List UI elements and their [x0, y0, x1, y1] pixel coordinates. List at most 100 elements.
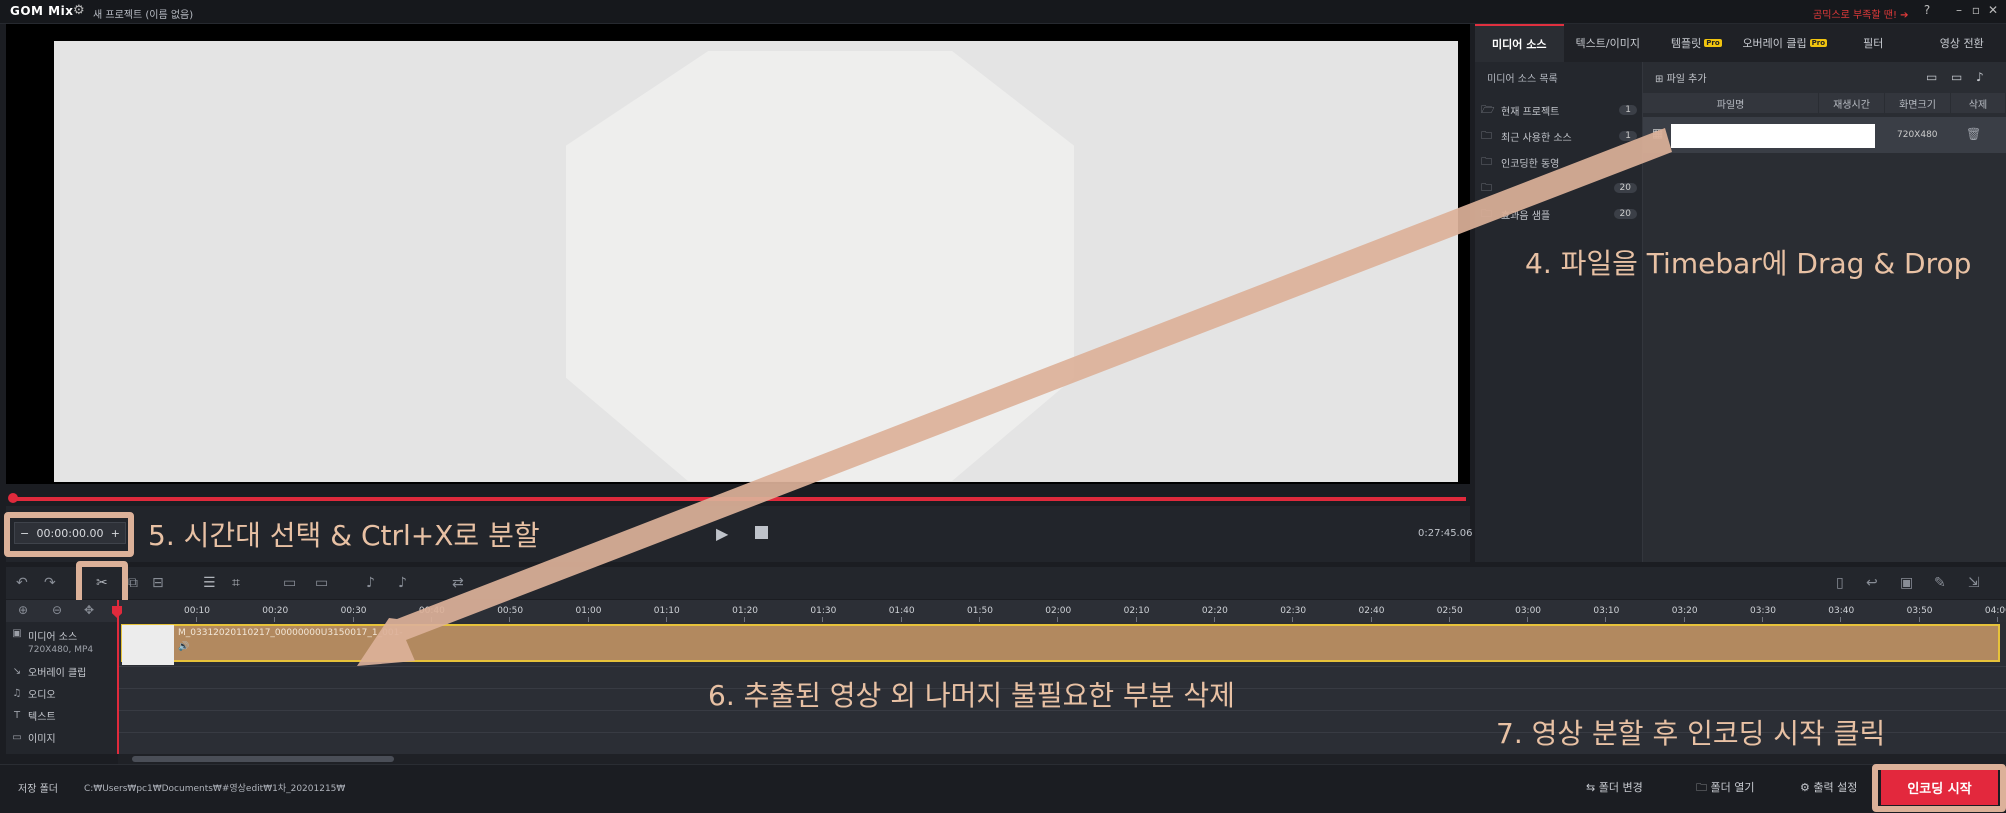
tab-transition[interactable]: 영상 전환 — [1918, 24, 2006, 62]
media-clip[interactable] — [121, 624, 2000, 662]
ruler-tick-label: 01:20 — [732, 606, 759, 616]
track-label: 이미지 — [28, 733, 56, 745]
split-delete-icon[interactable]: ⊟ — [152, 575, 164, 591]
minimize-button[interactable]: – — [1951, 3, 1967, 17]
track-media[interactable]: ▣ 미디어 소스 720X480, MP4 — [6, 622, 118, 660]
image-filter-icon[interactable]: ▭ — [1951, 70, 1962, 84]
playhead[interactable] — [117, 600, 119, 754]
gear-icon[interactable]: ⚙ — [73, 3, 85, 18]
ruler-tick-label: 01:00 — [575, 606, 602, 616]
timeline-scrollbar[interactable] — [118, 754, 2006, 764]
image-next-icon[interactable]: ▭ — [315, 575, 328, 591]
count-badge: 20 — [1613, 183, 1637, 193]
panel-tabs: 미디어 소스 텍스트/이미지 템플릿 Pro 오버레이 클립 Pro 필터 영상 전… — [1475, 24, 2006, 62]
track-image[interactable]: ▭ 이미지 — [6, 726, 118, 748]
seek-knob[interactable] — [8, 493, 18, 503]
promo-link[interactable]: 곰믹스로 부족할 땐! ➔ — [1813, 6, 1909, 21]
source-item-label: 현재 프로젝트 — [1501, 106, 1560, 118]
source-item-sample[interactable]: 🗀 20 — [1481, 178, 1637, 198]
fit-icon[interactable]: ✥ — [84, 603, 94, 617]
change-folder-icon: ⇆ — [1586, 781, 1599, 794]
track-text[interactable]: T 텍스트 — [6, 704, 118, 726]
music-note-icon: ♫ — [12, 687, 22, 699]
ruler-tick-label: 02:30 — [1280, 606, 1307, 616]
crop-icon[interactable]: ⌗ — [232, 575, 240, 591]
zoom-in-icon[interactable]: ⊕ — [18, 603, 28, 617]
ruler-tick-label: 03:10 — [1593, 606, 1620, 616]
save-icon[interactable]: ▣ — [1900, 575, 1913, 591]
col-duration: 재생시간 — [1819, 93, 1885, 113]
ruler-tick-label: 03:50 — [1906, 606, 1933, 616]
output-settings-label: 출력 설정 — [1813, 781, 1858, 794]
overlay-track-icon: ↘ — [12, 665, 22, 677]
title-bar — [0, 0, 2006, 24]
open-folder-label: 폴더 열기 — [1710, 781, 1755, 794]
annotation-step-7: 7. 영상 분할 후 인코딩 시작 클릭 — [1496, 717, 1886, 750]
play-icon[interactable]: ▶ — [716, 524, 728, 543]
seek-bar[interactable] — [12, 497, 1466, 501]
source-list-header: 미디어 소스 목록 — [1487, 74, 1558, 85]
tab-media-source[interactable]: 미디어 소스 — [1475, 24, 1564, 62]
folder-icon: 🗀 — [1481, 180, 1492, 194]
mute-icon[interactable]: ♪ — [398, 575, 407, 591]
split-copy-icon[interactable]: ⧉ — [128, 575, 138, 591]
adjust-icon[interactable]: ☰ — [203, 575, 216, 591]
ruler-tick-label: 00:30 — [340, 606, 367, 616]
change-folder-button[interactable]: ⇆ 폴더 변경 — [1586, 779, 1643, 795]
add-file-icon: ⊞ — [1655, 74, 1667, 85]
volume-icon[interactable]: ♪ — [366, 575, 375, 591]
export-icon[interactable]: ⇲ — [1968, 575, 1980, 591]
image-prev-icon[interactable]: ▭ — [283, 575, 296, 591]
track-divider — [118, 666, 2006, 667]
add-file-button[interactable]: ⊞ 파일 추가 — [1655, 70, 1707, 85]
media-track-icon: ▣ — [12, 628, 22, 639]
open-folder-button[interactable]: 🗀 폴더 열기 — [1696, 779, 1754, 798]
track-audio[interactable]: ♫ 오디오 — [6, 682, 118, 704]
count-badge: 20 — [1613, 209, 1637, 219]
folder-icon: 🗀 — [1481, 154, 1492, 168]
source-item-sfx-sample[interactable]: 🗀 효과음 샘플 20 — [1481, 204, 1637, 224]
ruler-tick-label: 02:00 — [1045, 606, 1072, 616]
tab-template[interactable]: 템플릿 Pro — [1652, 24, 1741, 62]
ruler-tick-label: 01:50 — [967, 606, 993, 616]
pro-badge: Pro — [1704, 39, 1722, 47]
source-item-encoded[interactable]: 🗀 인코딩한 동영 — [1481, 152, 1637, 172]
ruler-tick-label: 00:20 — [262, 606, 289, 616]
edit-icon[interactable]: ✎ — [1934, 575, 1946, 591]
track-overlay[interactable]: ↘ 오버레이 클립 — [6, 660, 118, 682]
tab-filter[interactable]: 필터 — [1829, 24, 1918, 62]
help-icon[interactable]: ? — [1919, 3, 1935, 17]
file-resolution: 720X480 — [1897, 130, 1938, 140]
video-canvas[interactable] — [54, 41, 1458, 482]
redo-icon[interactable]: ↷ — [44, 575, 56, 591]
open-icon[interactable]: ↩ — [1866, 575, 1878, 591]
maximize-button[interactable]: ▫ — [1968, 3, 1984, 17]
timeline-ruler[interactable] — [6, 600, 2006, 622]
music-filter-icon[interactable]: ♪ — [1976, 70, 1984, 84]
tab-overlay-clip[interactable]: 오버레이 클립 Pro — [1741, 24, 1830, 62]
source-item-recent[interactable]: 🗀 최근 사용한 소스 1 — [1481, 126, 1637, 146]
source-item-current-project[interactable]: 🗁 현재 프로젝트 1 — [1481, 100, 1637, 120]
swap-icon[interactable]: ⇄ — [452, 575, 464, 591]
undo-icon[interactable]: ↶ — [16, 575, 28, 591]
ruler-tick-label: 01:10 — [653, 606, 680, 616]
tab-label: 템플릿 — [1670, 37, 1702, 50]
tab-label: 영상 전환 — [1939, 37, 1984, 50]
new-file-icon[interactable]: ▯ — [1836, 575, 1844, 591]
close-button[interactable]: ✕ — [1985, 3, 2001, 17]
col-filename: 파일명 — [1643, 93, 1819, 113]
scrollbar-thumb[interactable] — [132, 756, 394, 762]
track-label: 오디오 — [28, 689, 56, 701]
tab-label: 미디어 소스 — [1492, 38, 1547, 51]
trash-icon[interactable]: 🗑 — [1966, 127, 1981, 141]
annotation-step-6: 6. 추출된 영상 외 나머지 불필요한 부분 삭제 — [708, 679, 1235, 712]
stop-icon[interactable] — [755, 526, 768, 539]
video-filter-icon[interactable]: ▭ — [1926, 70, 1937, 84]
col-delete: 삭제 — [1951, 93, 2006, 113]
ruler-tick-label: 04:00 — [1984, 606, 2006, 616]
tab-text-image[interactable]: 텍스트/이미지 — [1564, 24, 1653, 62]
zoom-out-icon[interactable]: ⊖ — [52, 603, 62, 617]
ruler-tick-label: 00:10 — [184, 606, 210, 616]
count-badge: 1 — [1619, 131, 1637, 141]
output-settings-button[interactable]: ⚙ 출력 설정 — [1800, 779, 1857, 795]
